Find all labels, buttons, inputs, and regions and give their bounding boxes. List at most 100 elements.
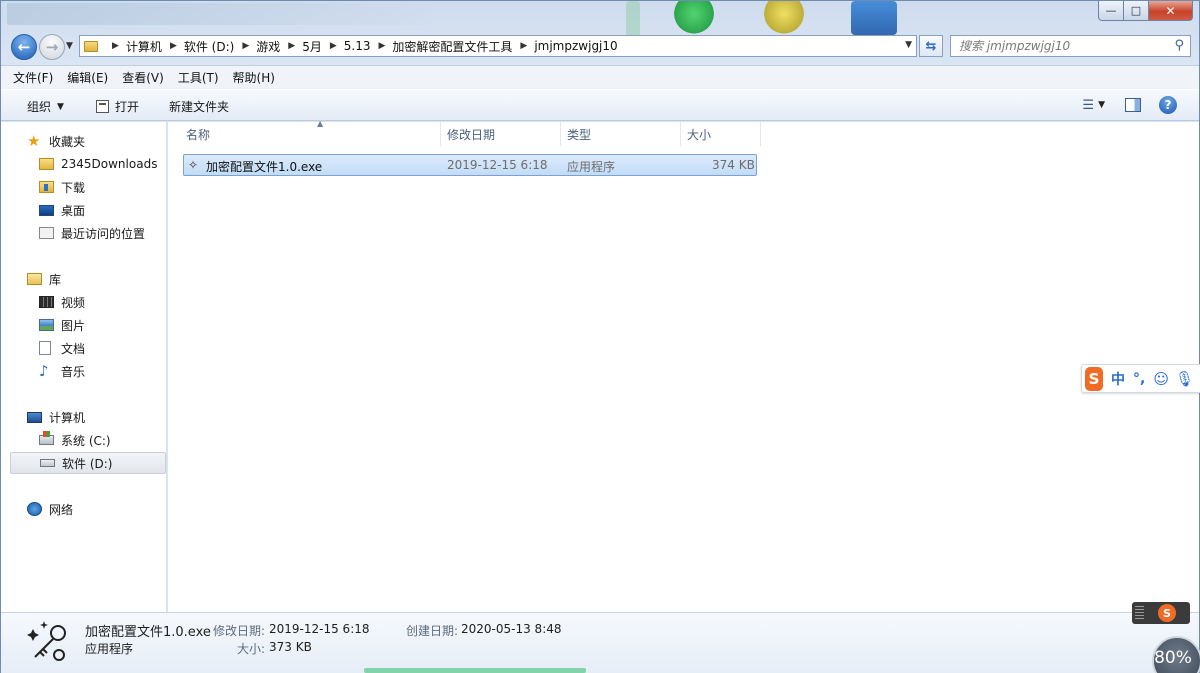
column-header-label: 修改日期 [447, 127, 496, 142]
preview-pane-icon[interactable] [1125, 98, 1141, 112]
new-folder-button[interactable]: 新建文件夹 [169, 98, 229, 115]
computer-icon [27, 411, 42, 423]
search-icon[interactable]: ⚲ [1174, 38, 1184, 53]
help-icon[interactable]: ? [1159, 96, 1177, 114]
sidebar-item-documents[interactable]: 文档 [1, 337, 166, 359]
smiley-icon[interactable]: ☺ [1153, 370, 1169, 388]
sidebar-libraries[interactable]: 库 [1, 268, 166, 290]
microphone-icon[interactable]: 🎙 [1175, 370, 1194, 388]
sidebar-computer[interactable]: 计算机 [1, 406, 166, 428]
ime-punctuation-toggle[interactable]: °, [1133, 371, 1145, 387]
details-file-type: 应用程序 [85, 642, 134, 656]
column-header-label: 名称 [186, 127, 211, 142]
forward-arrow-icon: → [45, 38, 59, 56]
file-list[interactable]: 名称 ▲ 修改日期 类型 大小 ✧ 加密配置文件1.0.exe 2019-12-… [168, 119, 1199, 612]
sidebar-network[interactable]: 网络 [1, 498, 166, 520]
menu-view[interactable]: 查看(V) [122, 69, 164, 86]
sogou-logo-icon[interactable]: S [1085, 366, 1103, 391]
chevron-down-icon[interactable]: ▼ [1098, 100, 1105, 110]
chevron-right-icon[interactable]: ▶ [170, 41, 177, 51]
open-icon [96, 100, 109, 113]
sidebar-item-downloads[interactable]: 下载 [1, 176, 166, 198]
search-input[interactable] [959, 39, 1159, 53]
organize-label: 组织 [27, 100, 52, 114]
file-size: 374 KB [712, 158, 755, 172]
breadcrumb-item[interactable]: 游戏 [256, 38, 280, 55]
chevron-down-icon: ▼ [57, 101, 64, 112]
navigation-pane: ★ 收藏夹 2345Downloads 下载 桌面 最近访问的位置 库 视频 图… [1, 122, 167, 612]
sidebar-item-label: 文档 [61, 341, 86, 356]
organize-button[interactable]: 组织 ▼ [27, 98, 64, 115]
details-size-label: 大小: [237, 642, 266, 656]
details-created-label: 创建日期: [406, 624, 459, 638]
toolbar-right: ☰ ▼ ? [1082, 96, 1199, 114]
navigation-row: ← → ▼ ▶ 计算机 ▶ 软件 (D:) ▶ 游戏 ▶ 5月 ▶ 5.13 ▶… [1, 31, 1199, 63]
sidebar-favorites[interactable]: ★ 收藏夹 [1, 130, 166, 152]
breadcrumb-item[interactable]: 5.13 [344, 39, 371, 53]
menu-tools[interactable]: 工具(T) [178, 69, 219, 86]
star-icon: ★ [27, 132, 41, 150]
menu-file[interactable]: 文件(F) [13, 69, 53, 86]
memory-usage-percent: 80% [1154, 648, 1192, 668]
recent-pages-dropdown[interactable]: ▼ [66, 41, 73, 51]
address-bar[interactable]: ▶ 计算机 ▶ 软件 (D:) ▶ 游戏 ▶ 5月 ▶ 5.13 ▶ 加密解密配… [79, 35, 917, 57]
breadcrumb-item[interactable]: 加密解密配置文件工具 [392, 38, 512, 55]
refresh-button[interactable]: ⇆ [919, 35, 943, 57]
column-header-type[interactable]: 类型 [561, 122, 681, 146]
memory-speed-ball[interactable]: 80% [1152, 636, 1200, 673]
column-header-modified[interactable]: 修改日期 [441, 122, 561, 146]
recent-places-icon [39, 227, 54, 239]
menu-help[interactable]: 帮助(H) [233, 69, 275, 86]
breadcrumb-current[interactable]: jmjmpzwjgj10 [534, 39, 617, 53]
column-header-label: 类型 [567, 127, 592, 142]
sidebar-item-recent-places[interactable]: 最近访问的位置 [1, 222, 166, 244]
title-bar[interactable]: — □ ✕ [1, 1, 1199, 37]
view-options-icon[interactable]: ☰ [1082, 98, 1094, 113]
folder-icon [39, 158, 54, 170]
search-box[interactable]: ⚲ [950, 35, 1191, 57]
menu-edit[interactable]: 编辑(E) [67, 69, 108, 86]
minimize-button[interactable]: — [1098, 1, 1124, 21]
chevron-right-icon[interactable]: ▶ [330, 41, 337, 51]
back-button[interactable]: ← [11, 34, 37, 60]
breadcrumb-item[interactable]: 5月 [302, 38, 322, 55]
sidebar-item-music[interactable]: ♪ 音乐 [1, 360, 166, 382]
column-header-label: 大小 [687, 127, 712, 142]
background-app-icon [851, 1, 897, 35]
maximize-button[interactable]: □ [1124, 1, 1149, 21]
sidebar-item-pictures[interactable]: 图片 [1, 314, 166, 336]
chevron-right-icon[interactable]: ▶ [378, 41, 385, 51]
open-button[interactable]: 打开 [96, 98, 139, 115]
ime-mode-toggle[interactable]: 中 [1111, 369, 1125, 389]
sidebar-group-label: 计算机 [49, 410, 86, 425]
video-icon [39, 296, 54, 308]
details-modified-label: 修改日期: [213, 624, 266, 638]
chevron-right-icon[interactable]: ▶ [242, 41, 249, 51]
breadcrumb-item[interactable]: 软件 (D:) [184, 38, 234, 55]
column-header-size[interactable]: 大小 [681, 122, 761, 146]
background-window-ghost [7, 3, 431, 25]
breadcrumb-item[interactable]: 计算机 [126, 38, 162, 55]
sidebar-item-drive-d[interactable]: 软件 (D:) [10, 452, 166, 474]
sidebar-item-desktop[interactable]: 桌面 [1, 199, 166, 221]
details-modified-value: 2019-12-15 6:18 [269, 622, 370, 636]
taskbar-highlight [364, 668, 586, 673]
sidebar-item-2345downloads[interactable]: 2345Downloads [1, 153, 166, 175]
window-controls: — □ ✕ [1098, 1, 1193, 21]
chevron-right-icon[interactable]: ▶ [112, 41, 119, 51]
sidebar-item-drive-c[interactable]: 系统 (C:) [1, 429, 166, 451]
open-label: 打开 [115, 100, 140, 114]
close-button[interactable]: ✕ [1149, 1, 1193, 21]
chevron-right-icon[interactable]: ▶ [520, 41, 527, 51]
sidebar-item-videos[interactable]: 视频 [1, 291, 166, 313]
file-row[interactable]: ✧ 加密配置文件1.0.exe 2019-12-15 6:18 应用程序 374… [183, 154, 757, 176]
drag-handle-icon[interactable] [1135, 606, 1144, 620]
ime-floating-bar[interactable]: S [1132, 602, 1190, 624]
menu-bar: 文件(F) 编辑(E) 查看(V) 工具(T) 帮助(H) [1, 65, 1199, 89]
chevron-right-icon[interactable]: ▶ [288, 41, 295, 51]
sogou-logo-icon[interactable]: S [1158, 604, 1176, 622]
address-dropdown-icon[interactable]: ▼ [905, 40, 912, 50]
forward-button[interactable]: → [39, 34, 65, 60]
column-header-name[interactable]: 名称 ▲ [180, 119, 441, 146]
ime-status-bar[interactable]: S 中 °, ☺ 🎙 [1081, 364, 1200, 393]
